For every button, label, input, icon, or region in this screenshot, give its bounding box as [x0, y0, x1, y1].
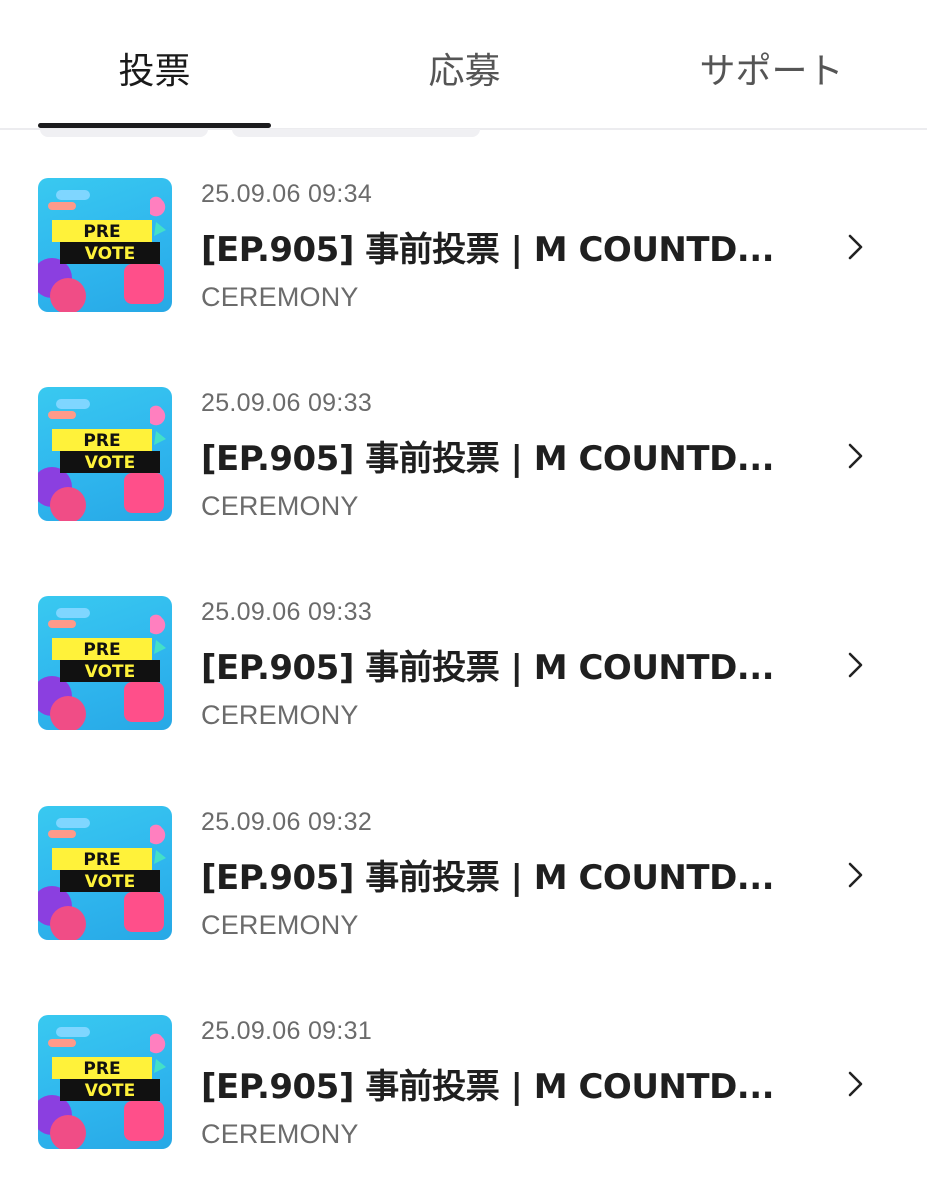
pre-vote-thumbnail: PRE VOTE: [38, 1015, 172, 1149]
thumb-pre-text: PRE: [83, 222, 120, 242]
pre-vote-thumbnail: PRE VOTE: [38, 178, 172, 312]
chevron-right-icon[interactable]: [840, 230, 870, 264]
thumb-vote-text: VOTE: [85, 662, 136, 682]
list-item[interactable]: PRE VOTE 25.09.06 09:33 [EP.905] 事前投票 | …: [0, 339, 927, 521]
chevron-right-icon[interactable]: [840, 1067, 870, 1101]
chevron-right-icon[interactable]: [840, 858, 870, 892]
tab-apply[interactable]: 応募: [348, 44, 581, 100]
pre-vote-thumbnail: PRE VOTE: [38, 806, 172, 940]
thumb-vote-text: VOTE: [85, 1081, 136, 1101]
item-date: 25.09.06 09:33: [201, 598, 373, 626]
thumb-pre-text: PRE: [83, 640, 120, 660]
thumb-pre-text: PRE: [83, 850, 120, 870]
item-title: [EP.905] 事前投票 | M COUNTD...: [201, 858, 775, 898]
item-title: [EP.905] 事前投票 | M COUNTD...: [201, 439, 775, 479]
tab-support[interactable]: サポート: [655, 44, 888, 100]
item-channel: CEREMONY: [201, 700, 359, 730]
chevron-right-icon[interactable]: [840, 439, 870, 473]
item-channel: CEREMONY: [201, 910, 359, 940]
item-title: [EP.905] 事前投票 | M COUNTD...: [201, 230, 775, 270]
item-channel: CEREMONY: [201, 491, 359, 521]
thumb-pre-text: PRE: [83, 1059, 120, 1079]
list-item[interactable]: PRE VOTE 25.09.06 09:34 [EP.905] 事前投票 | …: [0, 130, 927, 312]
pre-vote-thumbnail: PRE VOTE: [38, 596, 172, 730]
tab-bar: 投票 応募 サポート: [0, 0, 927, 130]
list-item[interactable]: PRE VOTE 25.09.06 09:32 [EP.905] 事前投票 | …: [0, 758, 927, 940]
item-channel: CEREMONY: [201, 282, 359, 312]
item-title: [EP.905] 事前投票 | M COUNTD...: [201, 1067, 775, 1107]
list-item[interactable]: PRE VOTE 25.09.06 09:33 [EP.905] 事前投票 | …: [0, 548, 927, 730]
item-date: 25.09.06 09:31: [201, 1017, 373, 1045]
thumb-vote-text: VOTE: [85, 244, 136, 264]
chevron-right-icon[interactable]: [840, 648, 870, 682]
item-title: [EP.905] 事前投票 | M COUNTD...: [201, 648, 775, 688]
tab-vote[interactable]: 投票: [38, 44, 271, 100]
thumb-vote-text: VOTE: [85, 872, 136, 892]
item-date: 25.09.06 09:34: [201, 180, 373, 208]
thumb-pre-text: PRE: [83, 431, 120, 451]
item-channel: CEREMONY: [201, 1119, 359, 1149]
item-date: 25.09.06 09:33: [201, 389, 373, 417]
item-date: 25.09.06 09:32: [201, 808, 373, 836]
list-item[interactable]: PRE VOTE 25.09.06 09:31 [EP.905] 事前投票 | …: [0, 967, 927, 1149]
thumb-vote-text: VOTE: [85, 453, 136, 473]
pre-vote-thumbnail: PRE VOTE: [38, 387, 172, 521]
active-tab-indicator: [38, 123, 271, 128]
